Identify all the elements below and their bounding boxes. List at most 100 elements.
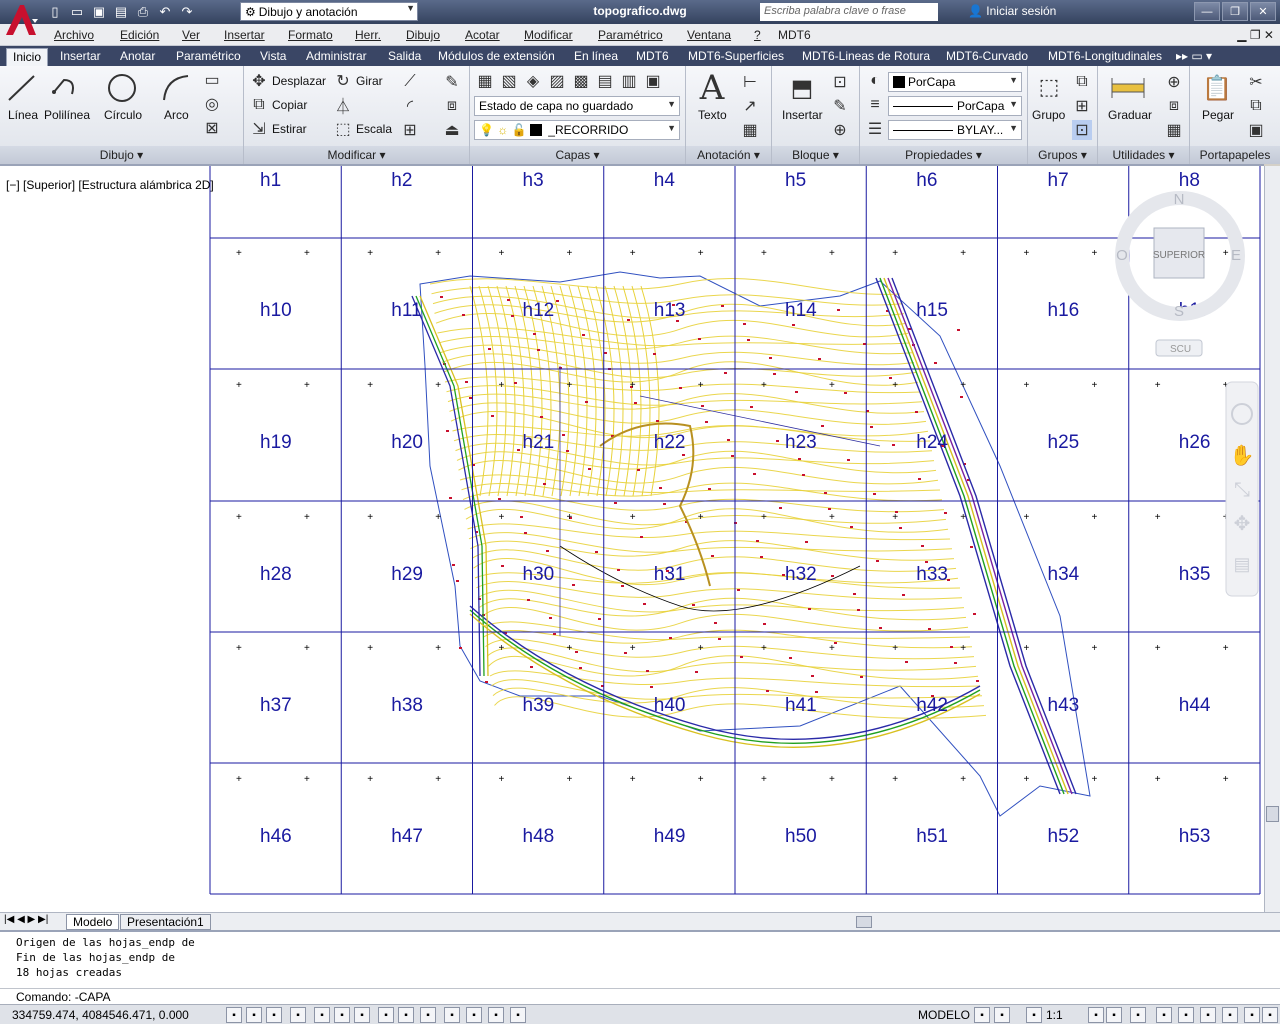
current-layer-select[interactable]: 💡 ☼ 🔓 _RECORRIDO ▼ [474,120,680,140]
layer-isolate-icon[interactable]: ▨ [548,72,566,90]
stretch-button[interactable]: Estirar [272,122,307,136]
offset-icon[interactable]: ⧈ [442,96,462,116]
color-select[interactable]: PorCapa ▼ [888,72,1022,92]
ortho-icon[interactable]: ▪ [290,1007,306,1023]
save-as-icon[interactable]: ▤ [112,3,130,21]
sc-icon[interactable]: ▪ [510,1007,526,1023]
undo-icon[interactable]: ↶ [156,3,174,21]
auto-scale-icon[interactable]: ▪ [1088,1007,1104,1023]
viewcube[interactable]: SUPERIOR N S E O SCU [1115,191,1245,357]
ribbon-tab[interactable]: Paramétrico [170,48,247,66]
tab-presentacion1[interactable]: Presentación1 [120,914,211,930]
ungroup-icon[interactable]: ⧉ [1072,72,1092,92]
lock-icon[interactable]: ▪ [1130,1007,1146,1023]
layer-lock-icon[interactable]: ▤ [596,72,614,90]
panel-title[interactable]: Dibujo ▾ [0,146,243,164]
polyline-icon[interactable] [50,72,82,104]
panel-title[interactable]: Bloque ▾ [772,146,859,164]
drawing-canvas[interactable]: [−] [Superior] [Estructura alámbrica 2D]… [0,164,1264,912]
quick-select-icon[interactable]: ⊕ [1164,72,1184,92]
group-edit-icon[interactable]: ⊞ [1072,96,1092,116]
ribbon-tab[interactable]: MDT6-Lineas de Rotura [796,48,936,66]
polyline-button[interactable]: Polilínea [44,108,90,122]
menu-item[interactable]: Insertar [224,28,265,42]
save-icon[interactable]: ▣ [90,3,108,21]
copy-clip-icon[interactable]: ⧉ [1246,96,1266,116]
menu-item[interactable]: Ver [182,28,200,42]
ducs-icon[interactable]: ▪ [398,1007,414,1023]
polar-icon[interactable]: ▪ [314,1007,330,1023]
explode-icon[interactable]: ⏏ [442,120,462,140]
select-all-icon[interactable]: ⧈ [1164,96,1184,116]
viewcube-east[interactable]: E [1231,247,1241,264]
menu-item[interactable]: MDT6 [778,28,811,42]
redo-icon[interactable]: ↷ [178,3,196,21]
linetype-select[interactable]: PorCapa ▼ [888,96,1022,116]
layer-off-icon[interactable]: ◈ [524,72,542,90]
sign-in-button[interactable]: 👤 Iniciar sesión [968,4,1056,18]
workspace-icon[interactable]: ▪ [1106,1007,1122,1023]
viewcube-top[interactable]: SUPERIOR [1153,250,1205,261]
grid-icon[interactable]: ▪ [266,1007,282,1023]
trim-icon[interactable]: ⟋ [400,72,420,92]
scale-button[interactable]: Escala [356,122,392,136]
array-icon[interactable]: ⊞ [400,120,420,140]
line-icon[interactable] [6,72,38,104]
panel-title[interactable]: Utilidades ▾ [1098,146,1189,164]
document-window-controls[interactable]: ▁ ❐ ✕ [1237,28,1274,42]
match-clip-icon[interactable]: ▣ [1246,120,1266,140]
layouts-icon[interactable]: ▪ [994,1007,1010,1023]
ribbon-tab[interactable]: MDT6-Longitudinales [1042,48,1168,66]
menu-item[interactable]: Herr. [355,28,381,42]
snap-icon[interactable]: ▪ [246,1007,262,1023]
orbit-icon[interactable]: ✥ [1234,513,1251,535]
model-layout-icon[interactable]: ▪ [974,1007,990,1023]
line-button[interactable]: Línea [8,108,38,122]
ribbon-tab[interactable]: MDT6-Superficies [682,48,790,66]
ribbon-tab[interactable]: Salida [382,48,427,66]
ribbon-tab[interactable]: Insertar [54,48,107,66]
text-button[interactable]: Texto [698,108,727,122]
model-space-toggle[interactable]: MODELO [918,1008,970,1022]
group-select-icon[interactable]: ⊡ [1072,120,1092,140]
layer-states-icon[interactable]: ▧ [500,72,518,90]
insert-button[interactable]: Insertar [782,108,823,122]
layer-match-icon[interactable]: ▥ [620,72,638,90]
close-button[interactable]: ✕ [1250,2,1276,21]
measure-button[interactable]: Graduar [1108,108,1152,122]
panel-title[interactable]: Anotación ▾ [686,146,771,164]
zoom-icon[interactable]: ⤡ [1234,479,1250,501]
minimize-button[interactable]: — [1194,2,1220,21]
tpy-icon[interactable]: ▪ [466,1007,482,1023]
search-input[interactable]: Escriba palabra clave o frase [760,3,938,21]
attribute-icon[interactable]: ⊕ [830,120,850,140]
pan-icon[interactable]: ✋ [1230,443,1255,467]
calculator-icon[interactable]: ▦ [1164,120,1184,140]
maximize-button[interactable]: ❐ [1222,2,1248,21]
move-button[interactable]: Desplazar [272,74,326,88]
viewcube-west[interactable]: O [1116,247,1128,264]
new-file-icon[interactable]: ▯ [46,3,64,21]
cut-icon[interactable]: ✂ [1246,72,1266,92]
clean-screen-icon[interactable]: ▪ [1200,1007,1216,1023]
menu-item[interactable]: Formato [288,28,333,42]
table-icon[interactable]: ▦ [740,120,760,140]
menu-item[interactable]: Acotar [465,28,500,42]
application-menu-button[interactable] [2,1,40,39]
panel-title[interactable]: Propiedades ▾ [860,146,1027,164]
viewcube-north[interactable]: N [1174,191,1185,208]
infer-icon[interactable]: ▪ [226,1007,242,1023]
panel-title[interactable]: Capas ▾ [470,146,685,164]
ribbon-tab[interactable]: Anotar [114,48,161,66]
qp-icon[interactable]: ▪ [488,1007,504,1023]
menu-item[interactable]: Modificar [524,28,573,42]
annotation-scale[interactable]: 1:1 [1046,1008,1063,1022]
hscroll-thumb[interactable] [856,916,872,928]
menu-item[interactable]: ? [754,28,761,42]
open-file-icon[interactable]: ▭ [68,3,86,21]
group-button[interactable]: Grupo [1032,108,1065,122]
tab-modelo[interactable]: Modelo [66,914,120,930]
navigation-bar[interactable]: ✋ ⤡ ✥ ▤ [1225,381,1259,597]
3dosnap-icon[interactable]: ▪ [354,1007,370,1023]
layer-walk-icon[interactable]: ▣ [644,72,662,90]
